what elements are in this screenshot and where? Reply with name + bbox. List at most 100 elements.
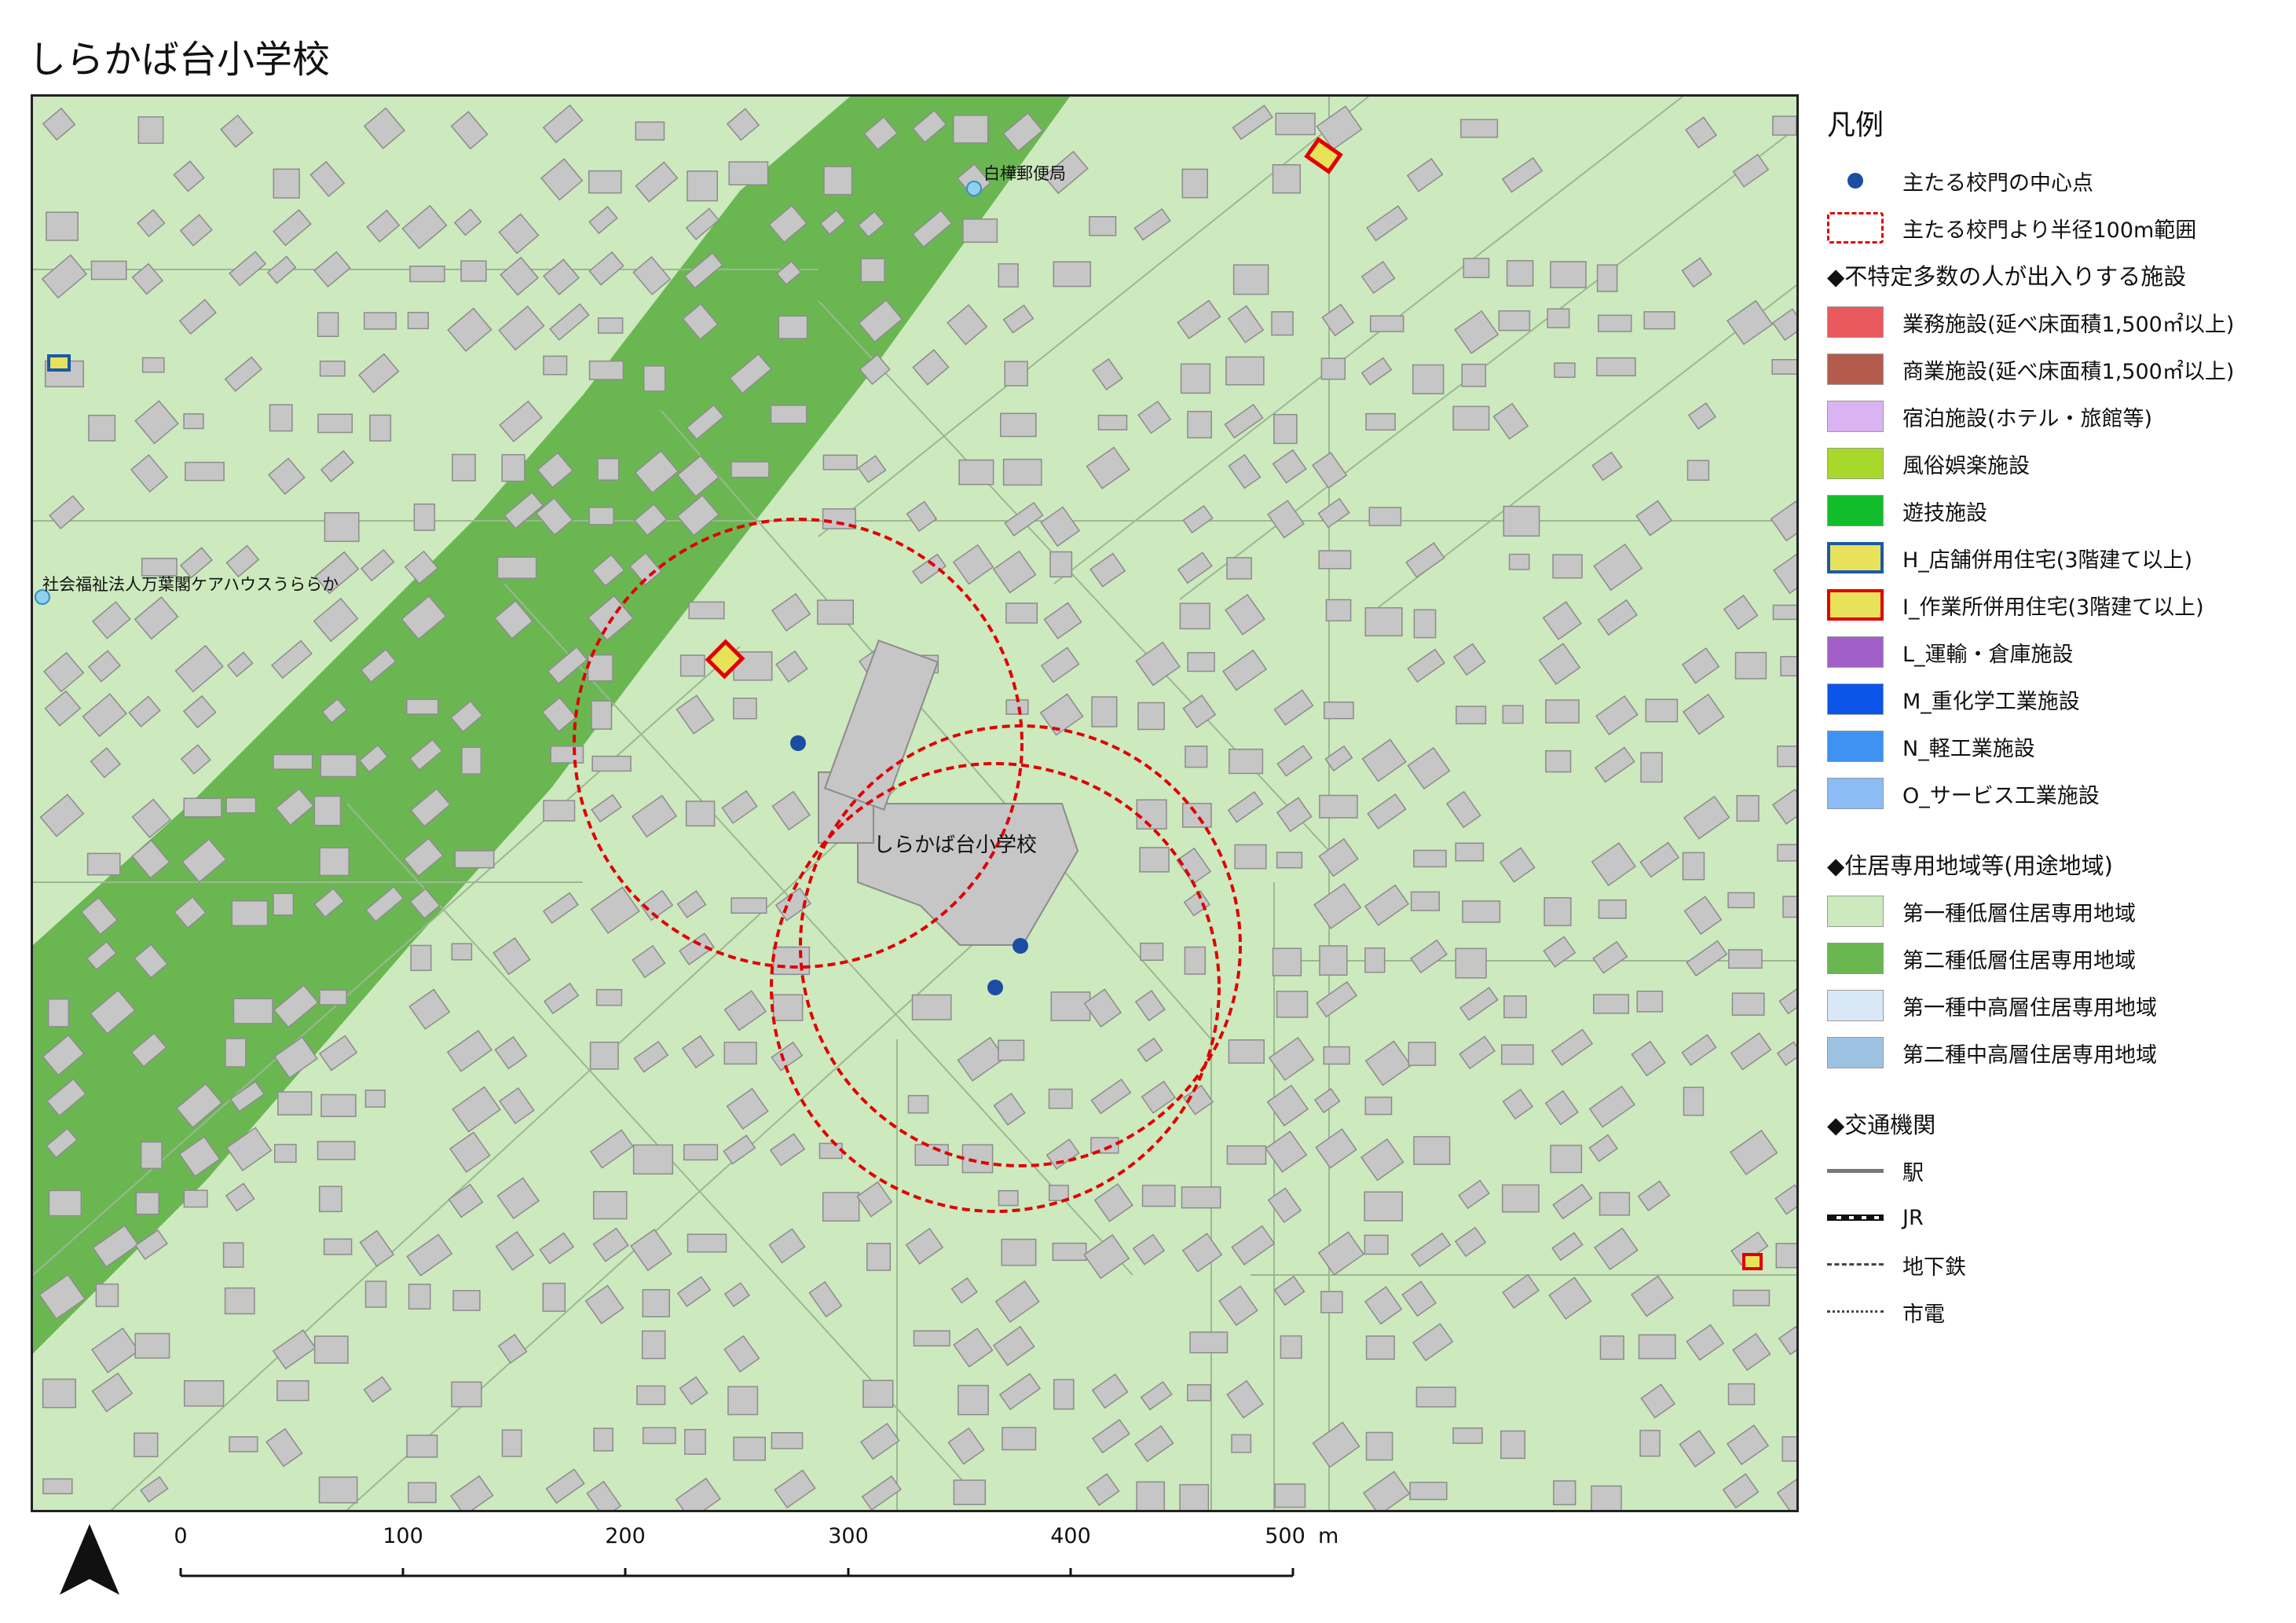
building-footprint <box>1053 1379 1075 1410</box>
building-footprint <box>1232 264 1269 295</box>
building-footprint <box>313 1335 349 1364</box>
facilities-list: 業務施設(延べ床面積1,500㎡以上) 商業施設(延べ床面積1,500㎡以上) 宿泊… <box>1827 299 2291 817</box>
building-footprint <box>1365 412 1396 431</box>
mixed-use-house-shop[interactable] <box>47 354 71 372</box>
building-footprint <box>958 1384 989 1416</box>
building-footprint <box>141 357 165 373</box>
building-footprint <box>550 746 584 764</box>
legend-label: 第一種低層住居専用地域 <box>1902 901 2136 926</box>
building-footprint <box>1782 1436 1796 1462</box>
scale-bar-line <box>179 1568 1294 1577</box>
building-footprint <box>313 795 342 826</box>
legend-swatch <box>1827 943 1884 974</box>
legend-item-jr: JR <box>1827 1194 2291 1241</box>
map-canvas[interactable]: 白樺郵便局 社会福祉法人万葉閣ケアハウスうららか しらかば台小学校 <box>33 97 1796 1510</box>
map-frame[interactable]: 白樺郵便局 社会福祉法人万葉閣ケアハウスうららか しらかば台小学校 <box>31 94 1799 1512</box>
care-house-label: 社会福祉法人万葉閣ケアハウスうららか <box>42 575 339 594</box>
mixed-use-house-workshop[interactable] <box>1742 1253 1763 1270</box>
building-footprint <box>1048 1185 1069 1201</box>
building-footprint <box>1091 696 1118 727</box>
building-footprint <box>369 414 392 442</box>
post-office-icon[interactable] <box>966 181 982 196</box>
building-footprint <box>364 1280 387 1308</box>
building-footprint <box>1638 1334 1676 1360</box>
legend-label: 業務施設(延べ床面積1,500㎡以上) <box>1902 312 2235 337</box>
legend-item-radius: 主たる校門より半径100m範囲 <box>1827 204 2291 251</box>
building-footprint <box>588 360 624 380</box>
legend-swatch <box>1827 495 1884 526</box>
building-footprint <box>1002 458 1042 486</box>
building-footprint <box>1365 1431 1393 1461</box>
building-footprint <box>88 414 116 441</box>
building-footprint <box>233 998 273 1024</box>
legend-label: 主たる校門の中心点 <box>1902 170 2093 196</box>
legend-label: L_運輸・倉庫施設 <box>1902 642 2074 667</box>
legend-swatch <box>1827 589 1884 621</box>
building-footprint <box>822 1192 860 1222</box>
building-footprint <box>273 1144 297 1163</box>
school-map-label: しらかば台小学校 <box>873 833 1037 857</box>
building-footprint <box>1543 897 1572 927</box>
building-footprint <box>1413 1136 1451 1165</box>
building-footprint <box>320 1094 357 1117</box>
building-footprint <box>862 1379 894 1409</box>
building-footprint <box>1187 652 1215 672</box>
building-footprint <box>1053 261 1092 288</box>
building-footprint <box>1727 892 1755 909</box>
building-footprint <box>1506 260 1534 287</box>
building-footprint <box>1415 1387 1456 1408</box>
building-footprint <box>731 897 767 914</box>
scale-tick-label: 500 <box>1265 1524 1305 1548</box>
legend-swatch <box>1827 636 1884 668</box>
legend-swatch <box>1827 896 1884 927</box>
legend-swatch <box>1827 354 1884 385</box>
legend-label: 市電 <box>1902 1302 1945 1327</box>
building-footprint <box>1413 849 1447 868</box>
building-footprint <box>1498 310 1531 332</box>
building-footprint <box>597 317 624 334</box>
legend-item: N_軽工業施設 <box>1827 723 2291 770</box>
building-footprint <box>593 1427 613 1452</box>
building-footprint <box>1271 311 1294 336</box>
building-footprint <box>183 797 222 818</box>
building-footprint <box>47 998 70 1028</box>
building-footprint <box>42 1378 76 1409</box>
building-footprint <box>818 1142 843 1160</box>
building-footprint <box>1508 553 1530 570</box>
building-footprint <box>1410 891 1441 911</box>
school-gate-point[interactable] <box>1013 938 1028 954</box>
building-footprint <box>1002 1427 1037 1451</box>
building-footprint <box>317 312 339 337</box>
building-footprint <box>1319 945 1348 976</box>
building-footprint <box>723 1042 757 1065</box>
station-line-swatch <box>1827 1155 1884 1186</box>
building-footprint <box>635 121 665 141</box>
building-footprint <box>1365 1335 1395 1360</box>
building-footprint <box>501 1429 522 1457</box>
building-footprint <box>1412 364 1445 394</box>
school-gate-point[interactable] <box>987 980 1003 995</box>
school-gate-point[interactable] <box>790 735 806 751</box>
building-footprint <box>1686 460 1710 481</box>
scale-bar: 0 100 200 300 400 500 m <box>174 1524 1356 1587</box>
building-footprint <box>318 1476 358 1504</box>
building-footprint <box>452 1290 481 1311</box>
building-footprint <box>1408 1042 1437 1066</box>
building-footprint <box>587 654 613 682</box>
building-footprint <box>1048 1088 1073 1109</box>
building-footprint <box>1136 1481 1166 1510</box>
transport-heading: ◆交通機関 <box>1827 1112 1936 1138</box>
building-footprint <box>1140 942 1164 962</box>
building-footprint <box>817 599 855 625</box>
building-footprint <box>1547 308 1570 328</box>
building-footprint <box>1645 698 1679 723</box>
building-footprint <box>1228 1039 1265 1064</box>
building-footprint <box>225 1038 247 1068</box>
legend-item: 宿泊施設(ホテル・旅館等) <box>1827 393 2291 440</box>
building-footprint <box>688 601 725 620</box>
building-footprint <box>451 943 473 961</box>
building-footprint <box>1318 550 1352 570</box>
building-footprint <box>1772 604 1796 621</box>
building-footprint <box>772 994 804 1021</box>
building-footprint <box>543 355 568 376</box>
